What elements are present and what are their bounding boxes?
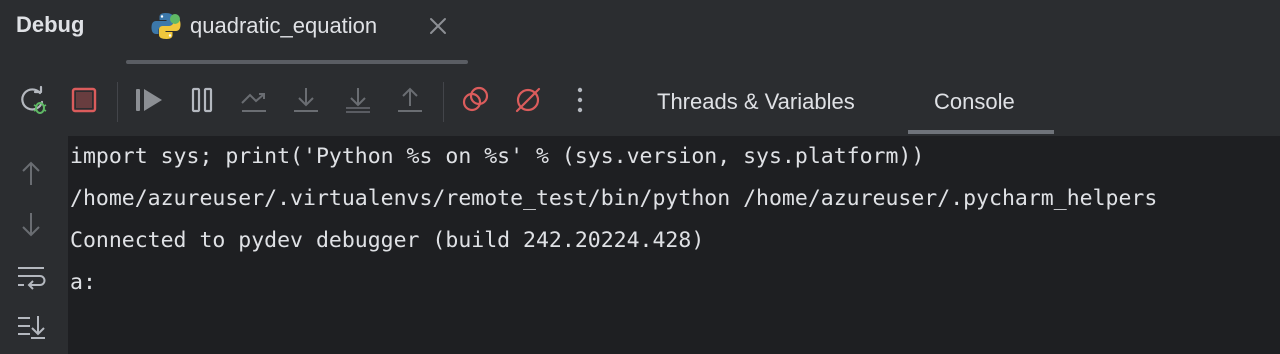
toolbar-separator: [443, 82, 444, 122]
step-over-icon: [241, 93, 266, 112]
resume-icon: [136, 89, 162, 111]
view-breakpoints-icon: [462, 86, 489, 112]
step-into-icon: [294, 88, 318, 112]
tab-threads-variables[interactable]: Threads & Variables: [657, 82, 855, 122]
step-over-button[interactable]: [238, 82, 270, 118]
console-line: Connected to pydev debugger (build 242.2…: [70, 228, 705, 253]
next-occurrence-button[interactable]: [14, 208, 48, 242]
step-into-button[interactable]: [290, 82, 322, 118]
up-arrow-icon: [22, 161, 40, 185]
console-line: import sys; print('Python %s on %s' % (s…: [70, 144, 925, 169]
soft-wrap-icon: [18, 267, 46, 290]
mute-breakpoints-button[interactable]: [512, 82, 544, 118]
panel-title: Debug: [16, 12, 85, 37]
active-tab-indicator: [908, 130, 1054, 134]
step-into-my-code-button[interactable]: [342, 82, 374, 118]
view-breakpoints-button[interactable]: [460, 82, 492, 118]
console-line: /home/azureuser/.virtualenvs/remote_test…: [70, 186, 1158, 211]
more-options-icon: [577, 87, 583, 113]
more-options-button[interactable]: [564, 82, 596, 118]
soft-wrap-button[interactable]: [14, 260, 48, 294]
step-out-button[interactable]: [394, 82, 426, 118]
rerun-debug-icon: [21, 85, 47, 114]
console-output[interactable]: import sys; print('Python %s on %s' % (s…: [68, 136, 1280, 354]
scroll-to-end-icon: [18, 316, 45, 339]
resume-button[interactable]: [134, 82, 166, 118]
stop-icon: [71, 87, 97, 113]
tab-console[interactable]: Console: [934, 82, 1015, 122]
step-into-my-code-icon: [346, 88, 370, 113]
tab-label: quadratic_equation: [190, 13, 378, 38]
console-side-toolbar: [0, 136, 68, 354]
stop-button[interactable]: [68, 82, 100, 118]
down-arrow-icon: [22, 213, 40, 237]
debug-toolbar: Threads & Variables Console: [0, 64, 1280, 137]
pause-icon: [191, 87, 213, 113]
console-input-prompt[interactable]: a:: [70, 270, 96, 295]
pause-button[interactable]: [186, 82, 218, 118]
toolbar-separator: [117, 82, 118, 122]
scroll-to-end-button[interactable]: [14, 310, 48, 344]
tab-quadratic-equation[interactable]: quadratic_equation: [150, 6, 377, 46]
mute-breakpoints-icon: [515, 87, 541, 113]
debug-tool-window-header: Debug quadratic_equation: [0, 0, 1280, 64]
step-out-icon: [398, 87, 422, 112]
previous-occurrence-button[interactable]: [14, 156, 48, 190]
close-tab-icon[interactable]: [427, 15, 449, 37]
rerun-debug-button[interactable]: [17, 82, 49, 118]
python-icon: [151, 13, 181, 39]
